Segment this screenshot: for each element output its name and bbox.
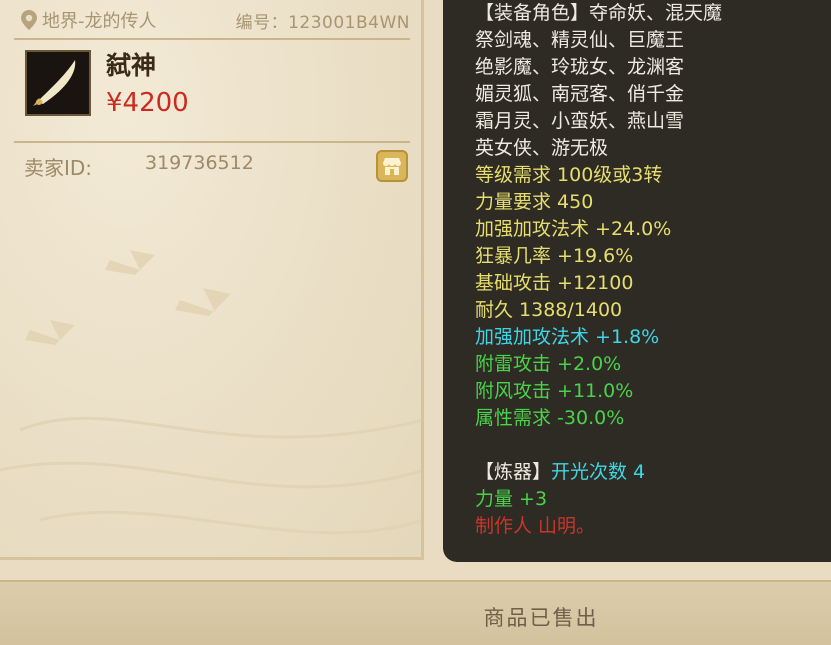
serial-label: 编号： [235, 12, 289, 33]
serial-value: 123001B4WN [288, 12, 410, 33]
shop-icon [383, 158, 401, 175]
stat-strength-requirement: 力量要求 450 [475, 191, 594, 213]
bonus-wind-attack: 附风攻击 +11.0% [475, 380, 634, 402]
sword-icon [33, 60, 76, 106]
stat-durability: 耐久 1388/1400 [475, 299, 623, 321]
equip-roles-line: 霜月灵、小蛮妖、燕山雪 [475, 110, 685, 132]
sold-status-text: 商品已售出 [483, 606, 599, 630]
shop-button[interactable] [376, 150, 408, 182]
refine-value: 开光次数 4 [551, 461, 646, 483]
item-thumbnail[interactable] [25, 50, 91, 116]
stat-crit-rate: 狂暴几率 +19.6% [475, 245, 634, 267]
equip-roles-line: 祭剑魂、精灵仙、巨魔王 [475, 29, 685, 51]
bonus-thunder-attack: 附雷攻击 +2.0% [475, 353, 622, 375]
seller-label: 卖家ID: [24, 156, 93, 180]
equip-roles-line: 媚灵狐、南冠客、俏千金 [475, 83, 685, 105]
equip-roles-line: 【装备角色】夺命妖、混天魔 [475, 2, 723, 24]
sold-status-bar: 商品已售出 [0, 580, 831, 645]
equip-roles-line: 绝影魔、玲珑女、龙渊客 [475, 56, 685, 78]
strength-bonus: 力量 +3 [475, 488, 548, 510]
divider [14, 141, 410, 143]
equip-roles-line: 英女侠、游无极 [475, 137, 609, 159]
bonus-spell-boost: 加强加攻法术 +1.8% [475, 326, 660, 348]
bonus-attribute-requirement: 属性需求 -30.0% [475, 407, 625, 429]
location-row: 地界-龙的传人 编号：123001B4WN [20, 6, 410, 34]
listing-card: 地界-龙的传人 编号：123001B4WN 弑神 ¥4200 卖家ID: 319… [0, 0, 424, 560]
seller-id: 319736512 [145, 152, 254, 174]
item-price: ¥4200 [106, 88, 189, 118]
item-name: 弑神 [106, 51, 157, 80]
location-text: 地界-龙的传人 [42, 11, 157, 32]
item-details-panel: 【装备角色】夺命妖、混天魔 祭剑魂、精灵仙、巨魔王 绝影魔、玲珑女、龙渊客 媚灵… [443, 0, 831, 562]
map-pin-icon [21, 10, 37, 30]
refine-line: 【炼器】开光次数 4 [475, 459, 831, 486]
refine-label: 【炼器】 [475, 461, 552, 483]
maker-line: 制作人 山明。 [475, 515, 596, 537]
stat-base-attack: 基础攻击 +12100 [475, 272, 634, 294]
divider [14, 38, 410, 40]
stat-level-requirement: 等级需求 100级或3转 [475, 164, 663, 186]
serial-number: 编号：123001B4WN [236, 8, 410, 33]
stat-spell-boost: 加强加攻法术 +24.0% [475, 218, 672, 240]
